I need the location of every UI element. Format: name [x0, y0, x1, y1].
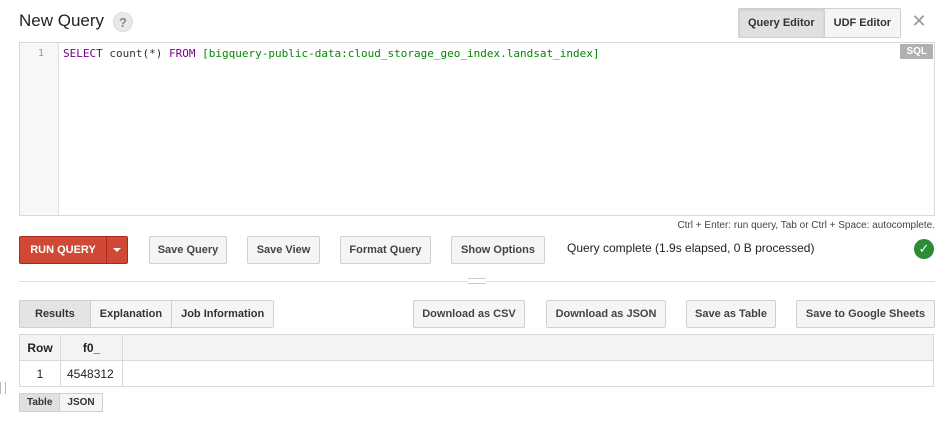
row-number-cell: 1	[19, 360, 61, 387]
column-header-row: Row	[19, 334, 61, 361]
chevron-down-icon	[113, 248, 121, 252]
run-options-dropdown[interactable]	[107, 237, 127, 263]
resize-grip-icon[interactable]	[468, 278, 486, 284]
tab-explanation[interactable]: Explanation	[90, 301, 173, 327]
table-row-filler	[122, 360, 934, 387]
results-table: Row f0_ 1 4548312	[19, 334, 934, 387]
save-to-sheets-button[interactable]: Save to Google Sheets	[796, 300, 935, 328]
column-header-f0: f0_	[60, 334, 123, 361]
line-number: 1	[37, 48, 44, 59]
table-header-row: Row f0_	[19, 334, 934, 361]
result-view-tabs: Table JSON	[19, 393, 103, 412]
editor-tabs: Query Editor UDF Editor	[738, 8, 902, 38]
page-title: New Query	[19, 11, 105, 30]
keyboard-hint: Ctrl + Enter: run query, Tab or Ctrl + S…	[677, 220, 935, 231]
query-text[interactable]: SELECT count(*) FROM [bigquery-public-da…	[63, 47, 599, 60]
run-query-button[interactable]: RUN QUERY	[19, 236, 128, 264]
value-cell: 4548312	[60, 360, 123, 387]
check-icon: ✓	[914, 239, 934, 259]
save-view-button[interactable]: Save View	[247, 236, 320, 264]
format-query-button[interactable]: Format Query	[340, 236, 431, 264]
close-icon[interactable]: ✕	[911, 12, 927, 30]
show-options-button[interactable]: Show Options	[451, 236, 545, 264]
select-keyword: SELECT	[63, 47, 103, 60]
table-header-filler	[122, 334, 934, 361]
line-gutter: 1	[20, 43, 59, 215]
count-function: count(*)	[109, 47, 163, 60]
from-keyword: FROM	[168, 47, 196, 60]
tab-json-view[interactable]: JSON	[60, 394, 102, 411]
download-csv-button[interactable]: Download as CSV	[413, 300, 525, 328]
tab-job-information[interactable]: Job Information	[172, 301, 274, 327]
sql-badge: SQL	[900, 44, 933, 59]
table-reference: [bigquery-public-data:cloud_storage_geo_…	[202, 47, 600, 60]
results-tabs: Results Explanation Job Information	[19, 300, 275, 328]
table-row: 1 4548312	[19, 360, 934, 387]
query-editor[interactable]: 1 SELECT count(*) FROM [bigquery-public-…	[19, 42, 935, 216]
tab-query-editor[interactable]: Query Editor	[739, 9, 825, 37]
tab-results[interactable]: Results	[20, 301, 91, 327]
tab-udf-editor[interactable]: UDF Editor	[824, 9, 901, 37]
sidebar-resize-handle[interactable]	[0, 382, 6, 394]
save-query-button[interactable]: Save Query	[149, 236, 227, 264]
download-json-button[interactable]: Download as JSON	[546, 300, 666, 328]
query-status: Query complete (1.9s elapsed, 0 B proces…	[567, 241, 815, 255]
save-as-table-button[interactable]: Save as Table	[686, 300, 776, 328]
run-query-label[interactable]: RUN QUERY	[20, 237, 107, 263]
tab-table-view[interactable]: Table	[20, 394, 61, 411]
help-icon[interactable]: ?	[113, 12, 133, 32]
